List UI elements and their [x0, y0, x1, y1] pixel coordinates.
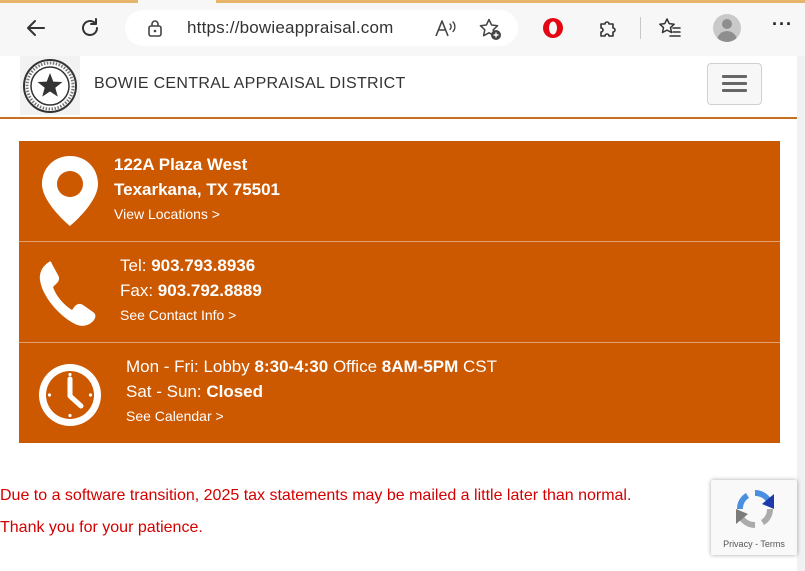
telephone-line: Tel: 903.793.8936	[120, 253, 262, 278]
tab-edge	[216, 0, 805, 3]
add-favorite-icon[interactable]	[478, 17, 502, 41]
avatar-body	[717, 31, 737, 42]
recaptcha-privacy-link[interactable]: Privacy	[723, 539, 753, 549]
fax-line: Fax: 903.792.8889	[120, 278, 262, 303]
extensions-icon	[600, 21, 616, 37]
site-header: BOWIE CENTRAL APPRAISAL DISTRICT	[0, 56, 797, 119]
browser-toolbar: https://bowieappraisal.com ···	[0, 0, 805, 56]
contact-block: Tel: 903.793.8936 Fax: 903.792.8889 See …	[19, 242, 780, 342]
weekend-label: Sat - Sun:	[126, 382, 207, 401]
opera-icon	[543, 18, 563, 38]
address-bar[interactable]: https://bowieappraisal.com	[125, 10, 518, 46]
page-scrollbar[interactable]	[797, 56, 805, 571]
address-line-2: Texarkana, TX 75501	[114, 180, 281, 199]
profile-avatar[interactable]	[713, 14, 741, 42]
see-contact-info-link[interactable]: See Contact Info >	[120, 303, 262, 327]
fax-value: 903.792.8889	[157, 281, 262, 300]
back-icon	[27, 20, 45, 36]
toolbar-divider	[640, 17, 641, 39]
office-hours: 8AM-5PM	[381, 357, 459, 376]
refresh-button[interactable]	[74, 12, 106, 44]
recaptcha-icon	[736, 490, 774, 528]
view-locations-link[interactable]: View Locations >	[114, 202, 280, 226]
tab-edge	[0, 0, 138, 3]
hamburger-menu-icon	[722, 89, 747, 92]
tel-value[interactable]: 903.793.8936	[151, 256, 255, 275]
timezone-label: CST	[458, 357, 498, 376]
hamburger-menu-icon	[722, 82, 747, 85]
favorites-icon	[659, 18, 681, 37]
back-button[interactable]	[20, 12, 52, 44]
county-seal-logo[interactable]	[20, 56, 80, 115]
extensions-button[interactable]	[593, 12, 625, 44]
location-pin-icon	[42, 156, 98, 226]
lock-icon	[148, 20, 162, 37]
hamburger-menu-button[interactable]	[707, 63, 762, 105]
office-label: Office	[328, 357, 382, 376]
weekday-label: Mon - Fri: Lobby	[126, 357, 255, 376]
clock-icon	[39, 364, 101, 426]
recaptcha-links: Privacy - Terms	[711, 539, 797, 549]
refresh-icon	[82, 18, 98, 36]
see-calendar-link[interactable]: See Calendar >	[126, 404, 497, 428]
seal-icon	[23, 58, 77, 113]
phone-icon	[39, 261, 96, 326]
recaptcha-terms-link[interactable]: Terms	[760, 539, 785, 549]
lobby-hours: 8:30-4:30	[254, 357, 329, 376]
avatar-head	[722, 19, 732, 29]
fax-label: Fax:	[120, 281, 158, 300]
hours-text: Mon - Fri: Lobby 8:30-4:30 Office 8AM-5P…	[126, 354, 497, 428]
weekend-value: Closed	[206, 382, 264, 401]
hours-block: Mon - Fri: Lobby 8:30-4:30 Office 8AM-5P…	[19, 343, 780, 443]
opera-extension-button[interactable]	[537, 12, 569, 44]
recaptcha-badge[interactable]: Privacy - Terms	[711, 480, 797, 555]
notice-line-1: Due to a software transition, 2025 tax s…	[0, 487, 632, 504]
more-icon[interactable]: ···	[772, 14, 793, 35]
tel-label: Tel:	[120, 256, 152, 275]
location-text: 122A Plaza West Texarkana, TX 75501 View…	[114, 152, 280, 226]
notice-line-2: Thank you for your patience.	[0, 519, 203, 536]
address-line-1: 122A Plaza West	[114, 155, 248, 174]
weekend-hours-line: Sat - Sun: Closed	[126, 379, 497, 404]
location-block: 122A Plaza West Texarkana, TX 75501 View…	[19, 141, 780, 241]
read-aloud-icon[interactable]	[434, 18, 458, 38]
contact-text: Tel: 903.793.8936 Fax: 903.792.8889 See …	[120, 253, 262, 327]
tab-strip	[0, 0, 805, 3]
hamburger-menu-icon	[722, 75, 747, 78]
site-title[interactable]: BOWIE CENTRAL APPRAISAL DISTRICT	[94, 75, 406, 93]
favorites-button[interactable]	[654, 12, 686, 44]
weekday-hours-line: Mon - Fri: Lobby 8:30-4:30 Office 8AM-5P…	[126, 354, 497, 379]
url-text[interactable]: https://bowieappraisal.com	[187, 18, 393, 38]
